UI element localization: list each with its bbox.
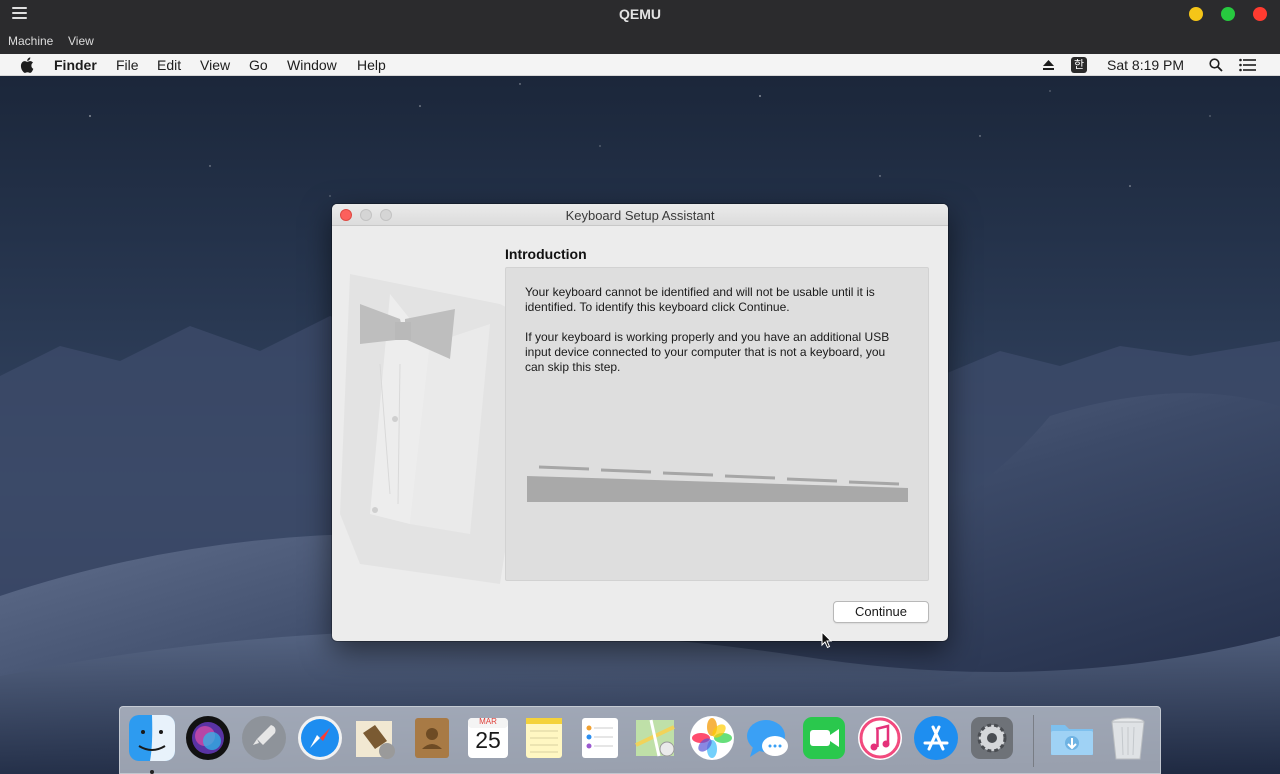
dialog-title: Keyboard Setup Assistant	[565, 208, 715, 223]
dock: MAR 25	[119, 706, 1161, 774]
photos-icon[interactable]	[689, 715, 735, 761]
mac-menubar: Finder File Edit View Go Window Help 한 S…	[0, 54, 1280, 76]
notes-icon[interactable]	[521, 715, 567, 761]
continue-button[interactable]: Continue	[833, 601, 929, 623]
qemu-window-title: QEMU	[619, 6, 661, 22]
keyboard-illustration	[527, 465, 908, 502]
calendar-day: 25	[475, 727, 501, 753]
guest-screen: Finder File Edit View Go Window Help 한 S…	[0, 54, 1280, 774]
dock-separator	[1033, 715, 1034, 767]
menu-go[interactable]: Go	[249, 57, 268, 73]
trash-icon[interactable]	[1105, 715, 1151, 761]
section-title-introduction: Introduction	[505, 246, 587, 262]
input-source-icon[interactable]: 한	[1071, 57, 1087, 73]
close-button[interactable]	[1253, 7, 1267, 21]
facetime-icon[interactable]	[801, 715, 847, 761]
system-preferences-icon[interactable]	[969, 715, 1015, 761]
menu-help[interactable]: Help	[357, 57, 386, 73]
menu-file[interactable]: File	[116, 57, 139, 73]
launchpad-icon[interactable]	[241, 715, 287, 761]
qemu-titlebar: QEMU	[0, 0, 1280, 28]
menu-view[interactable]: View	[200, 57, 230, 73]
mail-icon[interactable]	[353, 715, 399, 761]
menu-finder[interactable]: Finder	[54, 57, 97, 73]
menu-window[interactable]: Window	[287, 57, 337, 73]
calendar-month: MAR	[479, 717, 497, 726]
intro-paragraph-1: Your keyboard cannot be identified and w…	[525, 285, 875, 314]
contacts-icon[interactable]	[409, 715, 455, 761]
keyboard-setup-dialog: Keyboard Setup Assistant Introduction Yo…	[332, 204, 948, 641]
qemu-menu-view[interactable]: View	[68, 34, 94, 48]
reminders-icon[interactable]	[577, 715, 623, 761]
finder-icon[interactable]	[129, 715, 175, 761]
apple-menu-icon[interactable]	[20, 57, 34, 73]
menu-edit[interactable]: Edit	[157, 57, 181, 73]
dialog-titlebar[interactable]: Keyboard Setup Assistant	[332, 204, 948, 226]
minimize-button[interactable]	[1189, 7, 1203, 21]
itunes-icon[interactable]	[857, 715, 903, 761]
finder-running-indicator	[150, 770, 154, 774]
maps-icon[interactable]	[633, 715, 679, 761]
notification-center-icon[interactable]	[1239, 58, 1257, 72]
downloads-folder-icon[interactable]	[1049, 715, 1095, 761]
menubar-clock[interactable]: Sat 8:19 PM	[1107, 57, 1184, 73]
eject-icon[interactable]	[1042, 59, 1055, 71]
intro-paragraph-2: If your keyboard is working properly and…	[525, 330, 890, 374]
safari-icon[interactable]	[297, 715, 343, 761]
spotlight-search-icon[interactable]	[1209, 58, 1223, 72]
app-store-icon[interactable]	[913, 715, 959, 761]
qemu-menu-machine[interactable]: Machine	[8, 34, 53, 48]
maximize-button[interactable]	[1221, 7, 1235, 21]
messages-icon[interactable]	[745, 715, 791, 761]
content-panel: Your keyboard cannot be identified and w…	[505, 267, 929, 581]
mouse-cursor-icon	[821, 631, 833, 649]
qemu-menubar: Machine View	[0, 28, 1280, 54]
siri-icon[interactable]	[185, 715, 231, 761]
